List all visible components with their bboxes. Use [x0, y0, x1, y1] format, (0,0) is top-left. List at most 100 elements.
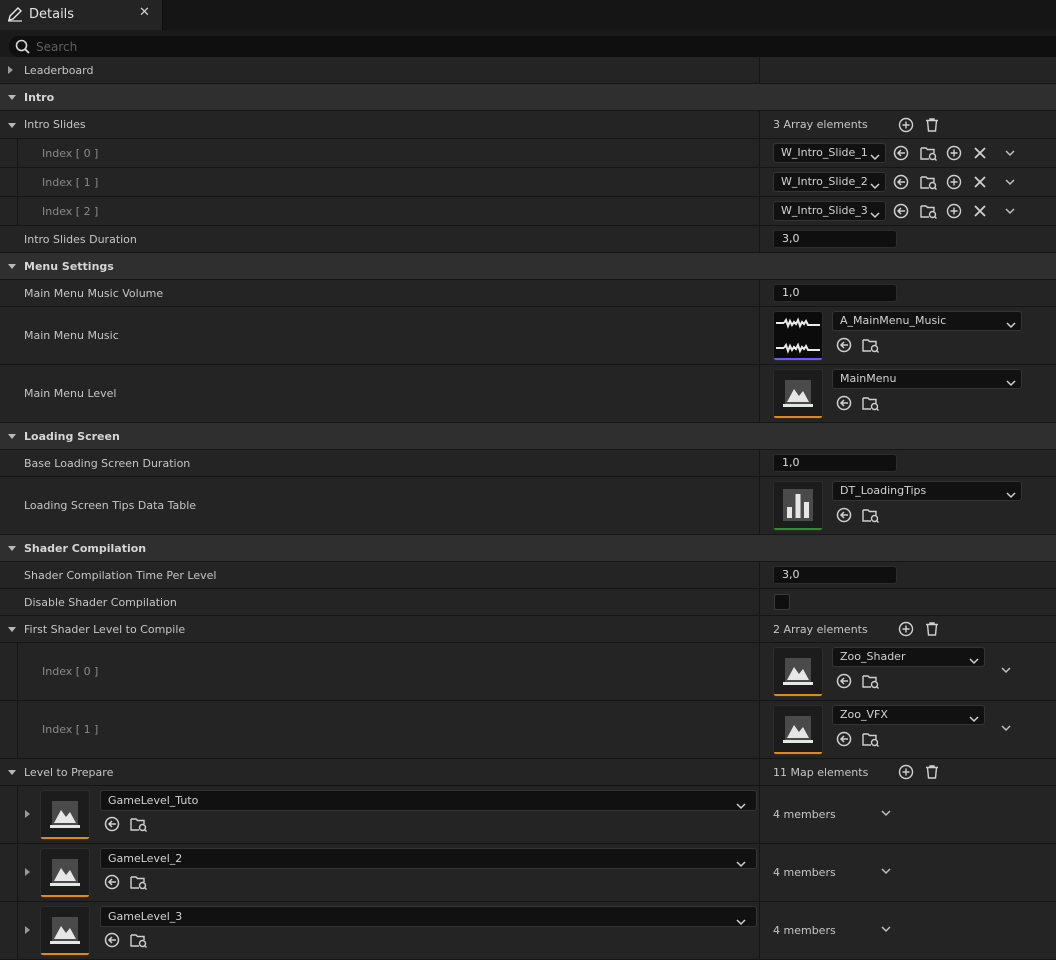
insert-element-icon[interactable] [946, 145, 962, 161]
use-selected-icon[interactable] [836, 673, 852, 689]
use-selected-icon[interactable] [104, 816, 120, 832]
level-asset-dropdown[interactable]: MainMenu [832, 369, 1022, 389]
asset-type-bar [774, 528, 822, 530]
use-selected-icon[interactable] [893, 145, 909, 161]
collapse-arrow-icon[interactable] [8, 123, 16, 128]
trash-icon[interactable] [924, 621, 940, 637]
pencil-icon [7, 6, 23, 25]
clear-icon[interactable] [972, 145, 988, 161]
element-menu-chevron-icon[interactable] [879, 922, 895, 938]
use-selected-icon[interactable] [836, 731, 852, 747]
section-loading-screen[interactable]: Loading Screen [0, 423, 1056, 450]
map-key-dropdown[interactable]: GameLevel_Tuto [100, 790, 757, 811]
insert-element-icon[interactable] [946, 203, 962, 219]
use-selected-icon[interactable] [836, 337, 852, 353]
browse-folder-icon[interactable] [862, 395, 879, 411]
asset-thumbnail[interactable] [40, 848, 90, 898]
disable-shader-checkbox[interactable] [774, 594, 790, 610]
widget-class-dropdown[interactable]: W_Intro_Slide_1 [773, 143, 886, 163]
add-element-icon[interactable] [898, 764, 914, 780]
sound-asset-dropdown[interactable]: A_MainMenu_Music [832, 311, 1022, 331]
element-menu-chevron-icon[interactable] [999, 721, 1015, 737]
duration-field[interactable]: 1,0 [773, 454, 897, 472]
element-menu-chevron-icon[interactable] [1003, 146, 1019, 162]
use-selected-icon[interactable] [104, 932, 120, 948]
section-shader-compilation[interactable]: Shader Compilation [0, 535, 1056, 562]
asset-type-bar [41, 837, 89, 839]
search-input[interactable] [36, 36, 936, 57]
clear-icon[interactable] [972, 174, 988, 190]
level-map-entry: GameLevel_2 4 members [0, 844, 1056, 902]
asset-thumbnail[interactable] [773, 311, 823, 361]
expand-arrow-icon[interactable] [25, 810, 30, 818]
close-icon[interactable]: ✕ [139, 5, 150, 20]
search-bar [0, 30, 1056, 60]
browse-folder-icon[interactable] [862, 507, 879, 523]
first-shader-level-row: First Shader Level to Compile 2 Array el… [0, 616, 1056, 643]
clear-icon[interactable] [972, 203, 988, 219]
browse-folder-icon[interactable] [920, 203, 937, 219]
browse-folder-icon[interactable] [920, 174, 937, 190]
element-menu-chevron-icon[interactable] [999, 663, 1015, 679]
use-selected-icon[interactable] [893, 174, 909, 190]
expand-arrow-icon[interactable] [8, 66, 13, 74]
section-menu-settings[interactable]: Menu Settings [0, 253, 1056, 280]
section-label: Shader Compilation [24, 542, 147, 555]
collapse-arrow-icon[interactable] [8, 434, 16, 439]
asset-thumbnail[interactable] [40, 790, 90, 840]
widget-class-dropdown[interactable]: W_Intro_Slide_2 [773, 172, 886, 192]
duration-field[interactable]: 3,0 [773, 230, 897, 248]
level-asset-dropdown[interactable]: Zoo_VFX [832, 705, 985, 725]
asset-thumbnail[interactable] [773, 481, 823, 531]
asset-thumbnail[interactable] [773, 647, 823, 697]
browse-folder-icon[interactable] [862, 731, 879, 747]
map-count: 11 Map elements [773, 766, 869, 779]
add-element-icon[interactable] [898, 117, 914, 133]
use-selected-icon[interactable] [893, 203, 909, 219]
element-menu-chevron-icon[interactable] [879, 864, 895, 880]
trash-icon[interactable] [924, 764, 940, 780]
map-key-dropdown[interactable]: GameLevel_2 [100, 848, 757, 869]
collapse-arrow-icon[interactable] [8, 264, 16, 269]
collapse-arrow-icon[interactable] [8, 546, 16, 551]
asset-thumbnail[interactable] [40, 906, 90, 956]
browse-folder-icon[interactable] [862, 337, 879, 353]
level-to-prepare-row: Level to Prepare 11 Map elements [0, 759, 1056, 786]
time-per-level-field[interactable]: 3,0 [773, 566, 897, 584]
browse-folder-icon[interactable] [130, 816, 147, 832]
chevron-down-icon [870, 207, 880, 225]
add-element-icon[interactable] [898, 621, 914, 637]
element-menu-chevron-icon[interactable] [879, 806, 895, 822]
section-intro[interactable]: Intro [0, 84, 1056, 111]
data-table-dropdown[interactable]: DT_LoadingTips [832, 481, 1022, 501]
trash-icon[interactable] [924, 117, 940, 133]
section-leaderboard[interactable]: Leaderboard [0, 57, 1056, 84]
chevron-down-icon [969, 653, 979, 671]
details-tab[interactable]: Details ✕ [0, 0, 163, 30]
browse-folder-icon[interactable] [130, 874, 147, 890]
asset-thumbnail[interactable] [773, 705, 823, 755]
use-selected-icon[interactable] [836, 507, 852, 523]
insert-element-icon[interactable] [946, 174, 962, 190]
browse-folder-icon[interactable] [920, 145, 937, 161]
chevron-down-icon [969, 711, 979, 729]
element-menu-chevron-icon[interactable] [1003, 204, 1019, 220]
level-asset-dropdown[interactable]: Zoo_Shader [832, 647, 985, 667]
expand-arrow-icon[interactable] [25, 868, 30, 876]
use-selected-icon[interactable] [836, 395, 852, 411]
volume-field[interactable]: 1,0 [773, 284, 897, 302]
shader-level-element: Index [ 0 ] Zoo_Shader [0, 643, 1056, 701]
use-selected-icon[interactable] [104, 874, 120, 890]
browse-folder-icon[interactable] [862, 673, 879, 689]
expand-arrow-icon[interactable] [25, 926, 30, 934]
browse-folder-icon[interactable] [130, 932, 147, 948]
asset-thumbnail[interactable] [773, 369, 823, 419]
widget-class-dropdown[interactable]: W_Intro_Slide_3 [773, 201, 886, 221]
property-label: Main Menu Level [24, 387, 117, 400]
collapse-arrow-icon[interactable] [8, 770, 16, 775]
map-key-dropdown[interactable]: GameLevel_3 [100, 906, 757, 927]
collapse-arrow-icon[interactable] [8, 95, 16, 100]
main-menu-level-row: Main Menu Level MainMenu [0, 365, 1056, 423]
collapse-arrow-icon[interactable] [8, 627, 16, 632]
element-menu-chevron-icon[interactable] [1003, 175, 1019, 191]
